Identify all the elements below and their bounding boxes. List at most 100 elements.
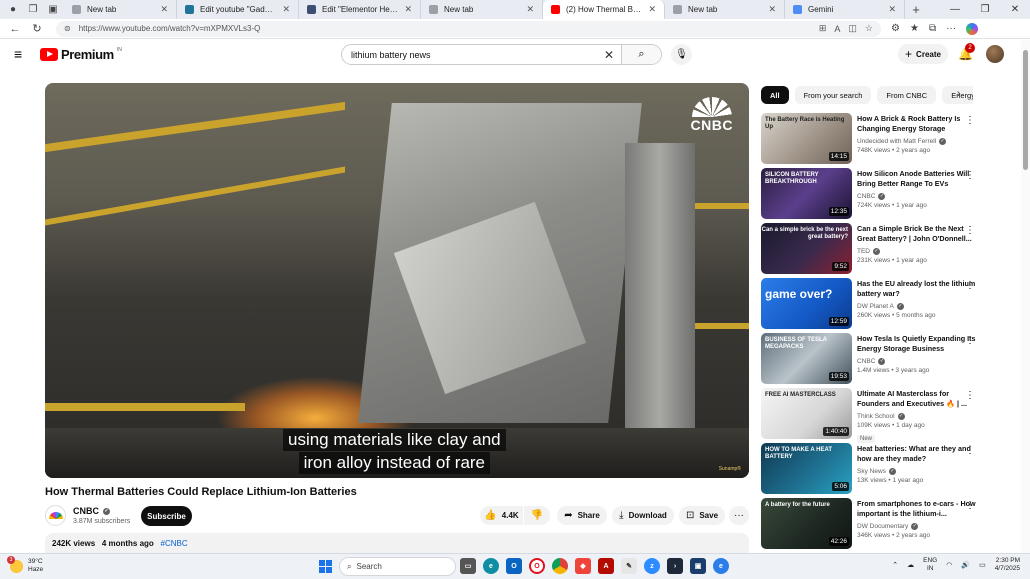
filter-chip[interactable]: All [761,86,789,104]
close-tab-icon[interactable]: ✕ [888,4,896,15]
tab-actions-icon[interactable]: ▣ [46,3,60,17]
video-thumbnail[interactable]: A battery for the future 42:26 [761,498,852,549]
channel-row[interactable]: CNBC ✓ [857,357,981,365]
subscribe-button[interactable]: Subscribe [141,506,192,526]
notepad-icon[interactable]: ✎ [621,558,637,574]
video-title[interactable]: How Silicon Anode Batteries Will Bring B… [857,169,981,190]
video-title[interactable]: Heat batteries: What are they and how ar… [857,444,981,465]
notifications-button[interactable]: 🔔 2 [958,43,975,61]
browser-tab[interactable]: New tab ✕ [64,0,177,19]
channel-name[interactable]: CNBC ✓ [73,506,110,516]
channel-row[interactable]: CNBC ✓ [857,192,981,200]
filter-chip[interactable]: From CNBC [877,86,937,104]
wifi-icon[interactable]: ◠ [946,561,952,569]
new-tab-button[interactable]: + [905,0,927,19]
video-thumbnail[interactable]: game over? 12:59 [761,278,852,329]
browser-tab[interactable]: Edit "Elementor Header #489" ✕ [299,0,421,19]
video-thumbnail[interactable]: The Battery Race is Heating Up 14:15 [761,113,852,164]
maximize-icon[interactable]: ❐ [970,4,1000,15]
close-tab-icon[interactable]: ✕ [526,4,534,15]
browser-tab[interactable]: New tab ✕ [421,0,543,19]
channel-row[interactable]: DW Documentary ✓ [857,522,981,530]
recommended-video[interactable]: BUSINESS OF TESLA MEGAPACKS 19:53 How Tesl… [761,333,981,388]
start-button[interactable] [319,560,332,573]
video-thumbnail[interactable]: BUSINESS OF TESLA MEGAPACKS 19:53 [761,333,852,384]
account-avatar[interactable] [986,45,1004,63]
recommended-video[interactable]: FREE AI MASTERCLASS 1:40:40 Ultimate AI Ma… [761,388,981,443]
zoom-icon[interactable]: z [644,558,660,574]
chevron-right-icon[interactable]: › [957,88,961,100]
split-screen-icon[interactable]: ◫ [848,23,857,34]
channel-row[interactable]: Sky News ✓ [857,467,981,475]
dislike-button[interactable]: 👎 [524,506,550,525]
video-player[interactable]: CNBC using materials like clay and iron … [45,83,749,478]
share-button[interactable]: ➦ Share [557,506,607,525]
video-title[interactable]: From smartphones to e-cars - How importa… [857,499,981,520]
close-window-icon[interactable]: ✕ [1000,4,1030,15]
browser-tab[interactable]: (2) How Thermal Batterie ✕ [543,0,665,19]
browser-tab[interactable]: Edit youtube "Gadkari Confid ✕ [177,0,299,19]
voice-search-button[interactable]: 🎙 [671,44,692,65]
more-vertical-icon[interactable]: ⋮ [965,390,975,401]
more-actions-button[interactable]: ··· [729,506,749,525]
recommended-video[interactable]: A battery for the future 42:26 From smartp… [761,498,981,553]
menu-icon[interactable]: ≡ [14,46,28,62]
create-button[interactable]: + Create [898,44,948,64]
recommended-video[interactable]: Can a simple brick be the next great bat… [761,223,981,278]
download-button[interactable]: ⤓ Download [612,506,674,525]
favorite-star-icon[interactable]: ☆ [865,23,873,34]
recommended-video[interactable]: game over? 12:59 Has the EU already lost t… [761,278,981,333]
video-thumbnail[interactable]: FREE AI MASTERCLASS 1:40:40 [761,388,852,439]
video-title[interactable]: How A Brick & Rock Battery Is Changing E… [857,114,981,135]
refresh-icon[interactable]: ↻ [26,22,48,35]
channel-avatar[interactable] [45,505,66,526]
clock[interactable]: 2:30 PM 4/7/2025 [995,557,1020,573]
minimize-icon[interactable]: — [940,4,970,15]
more-vertical-icon[interactable]: ⋮ [965,445,975,456]
collections-icon[interactable]: ⧉ [929,23,936,34]
language-indicator[interactable]: ENG IN [923,557,937,573]
video-title[interactable]: Can a Simple Brick Be the Next Great Bat… [857,224,981,245]
more-vertical-icon[interactable]: ⋮ [965,280,975,291]
close-tab-icon[interactable]: ✕ [160,4,168,15]
video-title[interactable]: Has the EU already lost the lithium batt… [857,279,981,300]
scrollbar-thumb[interactable] [1023,50,1028,170]
extensions-icon[interactable]: ⚙ [891,23,900,34]
anydesk-icon[interactable]: ◆ [575,558,591,574]
chevron-up-icon[interactable]: ⌃ [892,561,898,569]
outlook-icon[interactable]: O [506,558,522,574]
close-tab-icon[interactable]: ✕ [768,4,776,15]
volume-icon[interactable]: 🔊 [961,561,970,569]
close-tab-icon[interactable]: ✕ [404,4,412,15]
channel-row[interactable]: DW Planet A ✓ [857,302,981,310]
recommended-video[interactable]: SILICON BATTERY BREAKTHROUGH 12:35 How Sil… [761,168,981,223]
more-vertical-icon[interactable]: ⋮ [965,225,975,236]
video-thumbnail[interactable]: Can a simple brick be the next great bat… [761,223,852,274]
favorites-icon[interactable]: ★ [910,23,919,34]
file-explorer-icon[interactable]: ▭ [460,558,476,574]
site-info-icon[interactable]: ⊜ [64,24,71,33]
edge-beta-icon[interactable]: e [713,558,729,574]
close-tab-icon[interactable]: ✕ [282,4,290,15]
video-title[interactable]: How Tesla Is Quietly Expanding Its Energ… [857,334,981,355]
profile-icon[interactable]: ● [6,3,20,17]
video-thumbnail[interactable]: SILICON BATTERY BREAKTHROUGH 12:35 [761,168,852,219]
close-tab-icon[interactable]: ✕ [648,4,656,15]
search-button[interactable]: ⌕ [621,45,661,64]
more-options-icon[interactable]: ··· [946,23,956,34]
opera-icon[interactable]: O [529,558,545,574]
more-vertical-icon[interactable]: ⋮ [965,500,975,511]
clear-search-icon[interactable]: ✕ [597,48,621,62]
filter-chip[interactable]: From your search [794,86,872,104]
video-title[interactable]: Ultimate AI Masterclass for Founders and… [857,389,981,410]
hashtag-link[interactable]: #CNBC [161,539,188,548]
video-thumbnail[interactable]: HOW TO MAKE A HEAT BATTERY 5:06 [761,443,852,494]
weather-widget[interactable]: 3 39°C Haze [7,555,43,574]
copilot-icon[interactable] [966,22,979,35]
recommended-video[interactable]: The Battery Race is Heating Up 14:15 How A… [761,113,981,168]
battery-icon[interactable]: ▭ [979,561,986,569]
back-icon[interactable]: ← [4,23,26,35]
save-button[interactable]: ⊡ Save [679,506,725,525]
chrome-icon[interactable] [552,558,568,574]
page-scrollbar[interactable] [1021,40,1030,553]
